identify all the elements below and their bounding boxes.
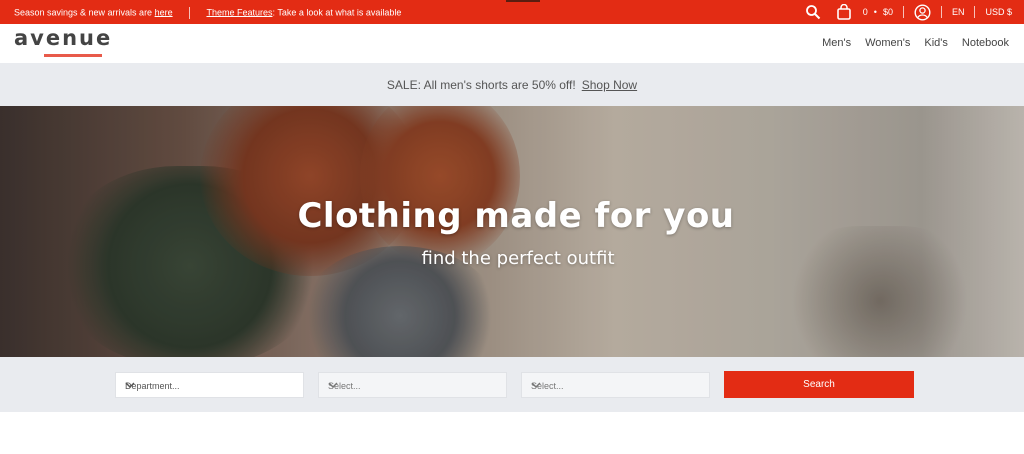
currency-selector[interactable]: USD $ bbox=[985, 7, 1012, 17]
search-button[interactable]: Search bbox=[724, 371, 914, 398]
language-selector[interactable]: EN bbox=[952, 7, 965, 17]
chevron-down-icon bbox=[328, 381, 498, 391]
cart-icon[interactable] bbox=[836, 4, 851, 20]
utility-nav: 0 • $0 EN USD $ bbox=[805, 0, 1012, 24]
logo-underline bbox=[44, 54, 102, 57]
sale-text: SALE: All men's shorts are 50% off! bbox=[386, 77, 576, 92]
announcement-text: Season savings & new arrivals are here T… bbox=[14, 7, 401, 19]
chevron-down-icon bbox=[531, 381, 701, 391]
secondary-select[interactable]: Select... bbox=[318, 372, 507, 398]
nav-item-womens[interactable]: Women's bbox=[865, 37, 910, 49]
product-search-bar: Department... Select... Select... Search bbox=[0, 357, 1024, 412]
department-select[interactable]: Department... bbox=[115, 372, 304, 398]
chevron-down-icon bbox=[125, 381, 295, 391]
cart-separator: • bbox=[873, 7, 877, 17]
features-text: : Take a look at what is available bbox=[272, 7, 402, 18]
top-accent-mark bbox=[506, 0, 540, 2]
hero-subtitle: find the perfect outfit bbox=[421, 248, 615, 269]
hero-banner: Clothing made for you find the perfect o… bbox=[0, 106, 1024, 357]
cart-count[interactable]: 0 bbox=[863, 7, 868, 17]
utility-divider bbox=[974, 6, 976, 18]
cart-total[interactable]: $0 bbox=[883, 7, 893, 17]
account-icon[interactable] bbox=[914, 3, 931, 21]
sale-banner: SALE: All men's shorts are 50% off! Shop… bbox=[0, 63, 1024, 106]
tertiary-select[interactable]: Select... bbox=[521, 372, 710, 398]
site-logo[interactable]: avenue bbox=[14, 26, 112, 50]
nav-item-kids[interactable]: Kid's bbox=[924, 37, 948, 49]
nav-item-mens[interactable]: Men's bbox=[822, 37, 851, 49]
utility-divider bbox=[902, 6, 904, 18]
shop-now-link[interactable]: Shop Now bbox=[582, 78, 637, 92]
top-announcement-bar: Season savings & new arrivals are here T… bbox=[0, 0, 1024, 24]
nav-item-notebook[interactable]: Notebook bbox=[962, 37, 1009, 49]
promo-text: Season savings & new arrivals are bbox=[14, 7, 155, 18]
site-header: avenue Men's Women's Kid's Notebook bbox=[0, 24, 1024, 62]
announcement-divider bbox=[189, 7, 191, 19]
search-icon[interactable] bbox=[805, 4, 821, 20]
utility-divider bbox=[940, 6, 942, 18]
promo-link[interactable]: here bbox=[155, 7, 173, 17]
hero-title: Clothing made for you bbox=[297, 196, 735, 236]
theme-features-link[interactable]: Theme Features bbox=[206, 7, 272, 17]
main-nav: Men's Women's Kid's Notebook bbox=[822, 37, 1009, 49]
